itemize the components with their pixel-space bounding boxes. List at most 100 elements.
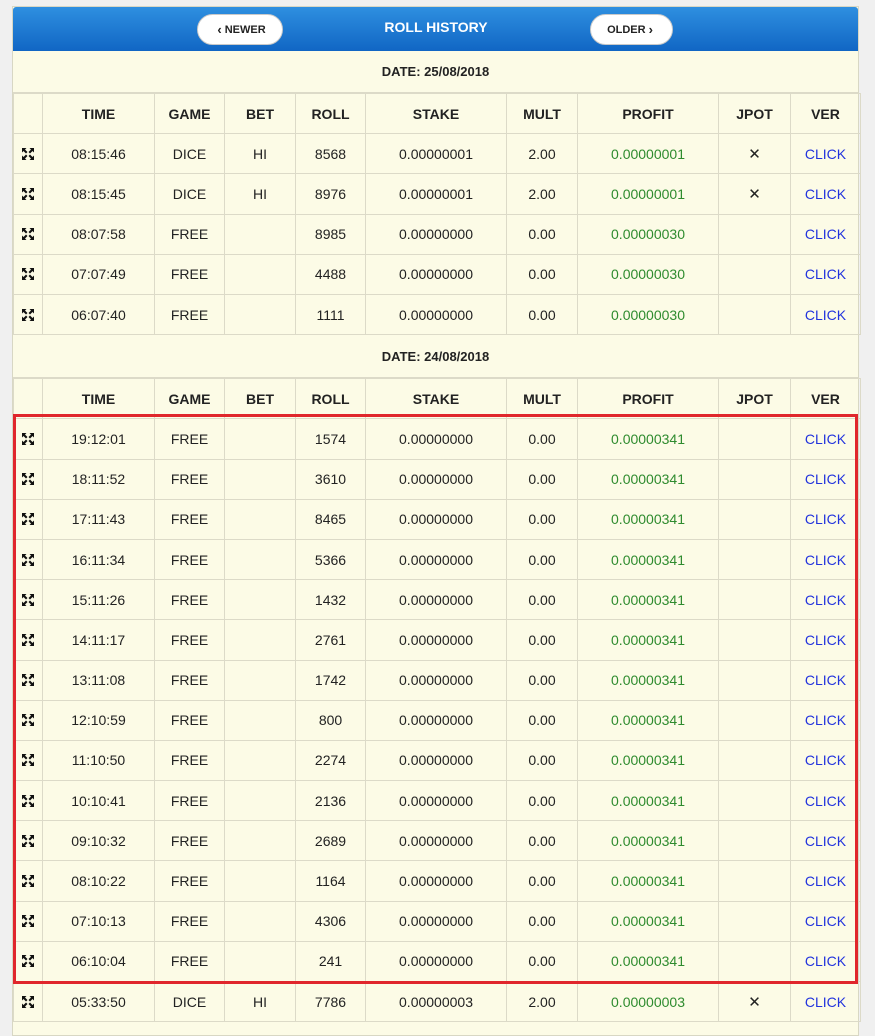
newer-button[interactable]: ‹ NEWER xyxy=(197,14,283,45)
cell-roll: 2136 xyxy=(295,780,366,822)
cell-stake: 0.00000000 xyxy=(365,293,507,336)
verify-click-link[interactable]: CLICK xyxy=(790,173,861,215)
expand-arrows-icon[interactable] xyxy=(13,900,43,942)
jpot-x-mark-icon xyxy=(718,498,791,540)
column-header-time: TIME xyxy=(42,92,155,135)
cell-game: FREE xyxy=(154,900,225,942)
table-row: 11:10:50 FREE 2274 0.00000000 0.00 0.00000341… xyxy=(13,739,861,782)
expand-arrows-icon[interactable] xyxy=(13,659,43,701)
verify-click-link[interactable]: CLICK xyxy=(790,213,861,255)
expand-arrows-icon[interactable] xyxy=(13,498,43,540)
table-row: 19:12:01 FREE 1574 0.00000000 0.00 0.00000341… xyxy=(13,418,861,460)
column-header-roll: ROLL xyxy=(295,92,366,135)
cell-mult: 0.00 xyxy=(506,579,578,621)
expand-arrows-icon[interactable] xyxy=(13,619,43,661)
expand-arrows-icon[interactable] xyxy=(13,860,43,902)
roll-history-panel: ‹ NEWER ROLL HISTORY OLDER › DATE: 25/08… xyxy=(12,6,861,1036)
cell-bet xyxy=(224,860,296,902)
column-header-ver: VER xyxy=(790,378,861,420)
cell-bet: HI xyxy=(224,980,296,1023)
cell-profit: 0.00000001 xyxy=(577,173,719,215)
cell-game: FREE xyxy=(154,780,225,822)
chevron-left-icon: ‹ xyxy=(217,22,222,37)
cell-time: 08:15:46 xyxy=(42,133,155,175)
cell-bet xyxy=(224,900,296,942)
cell-bet xyxy=(224,780,296,822)
column-header-profit: PROFIT xyxy=(577,378,719,420)
cell-time: 18:11:52 xyxy=(42,458,155,500)
expand-arrows-icon[interactable] xyxy=(13,418,43,460)
expand-arrows-icon[interactable] xyxy=(13,980,43,1023)
verify-click-link[interactable]: CLICK xyxy=(790,538,861,581)
verify-click-link[interactable]: CLICK xyxy=(790,699,861,741)
verify-click-link[interactable]: CLICK xyxy=(790,133,861,175)
column-header-jpot: JPOT xyxy=(718,378,791,420)
cell-stake: 0.00000000 xyxy=(365,940,507,983)
verify-click-link[interactable]: CLICK xyxy=(790,860,861,902)
cell-game: DICE xyxy=(154,980,225,1023)
cell-bet xyxy=(224,458,296,500)
jpot-x-mark-icon: ✕ xyxy=(718,173,791,215)
cell-stake: 0.00000000 xyxy=(365,619,507,661)
verify-click-link[interactable]: CLICK xyxy=(790,253,861,295)
expand-arrows-icon[interactable] xyxy=(13,538,43,581)
expand-arrows-icon[interactable] xyxy=(13,253,43,295)
cell-bet xyxy=(224,579,296,621)
cell-roll: 241 xyxy=(295,940,366,983)
cell-roll: 2761 xyxy=(295,619,366,661)
older-button[interactable]: OLDER › xyxy=(590,14,673,45)
table-row: 08:07:58 FREE 8985 0.00000000 0.00 0.00000030… xyxy=(13,213,861,255)
cell-game: FREE xyxy=(154,498,225,540)
verify-click-link[interactable]: CLICK xyxy=(790,900,861,942)
verify-click-link[interactable]: CLICK xyxy=(790,418,861,460)
cell-profit: 0.00000341 xyxy=(577,538,719,581)
expand-arrows-icon[interactable] xyxy=(13,293,43,336)
verify-click-link[interactable]: CLICK xyxy=(790,940,861,983)
table-row: 18:11:52 FREE 3610 0.00000000 0.00 0.00000341… xyxy=(13,458,861,500)
cell-roll: 8976 xyxy=(295,173,366,215)
jpot-x-mark-icon xyxy=(718,940,791,983)
verify-click-link[interactable]: CLICK xyxy=(790,579,861,621)
cell-bet xyxy=(224,739,296,782)
cell-roll: 1111 xyxy=(295,293,366,336)
verify-click-link[interactable]: CLICK xyxy=(790,619,861,661)
table-row: 10:10:41 FREE 2136 0.00000000 0.00 0.00000341… xyxy=(13,780,861,822)
verify-click-link[interactable]: CLICK xyxy=(790,820,861,862)
cell-profit: 0.00000341 xyxy=(577,699,719,741)
cell-time: 13:11:08 xyxy=(42,659,155,701)
cell-game: FREE xyxy=(154,418,225,460)
cell-game: FREE xyxy=(154,659,225,701)
expand-arrows-icon[interactable] xyxy=(13,699,43,741)
verify-click-link[interactable]: CLICK xyxy=(790,659,861,701)
verify-click-link[interactable]: CLICK xyxy=(790,458,861,500)
expand-arrows-icon[interactable] xyxy=(13,739,43,782)
column-header-mult: MULT xyxy=(506,92,578,135)
cell-time: 08:07:58 xyxy=(42,213,155,255)
cell-stake: 0.00000000 xyxy=(365,579,507,621)
verify-click-link[interactable]: CLICK xyxy=(790,739,861,782)
cell-profit: 0.00000030 xyxy=(577,253,719,295)
table-row: 06:07:40 FREE 1111 0.00000000 0.00 0.00000030… xyxy=(13,293,861,336)
cell-roll: 2274 xyxy=(295,739,366,782)
expand-arrows-icon[interactable] xyxy=(13,820,43,862)
verify-click-link[interactable]: CLICK xyxy=(790,980,861,1023)
expand-arrows-icon[interactable] xyxy=(13,133,43,175)
expand-arrows-icon[interactable] xyxy=(13,940,43,983)
expand-arrows-icon[interactable] xyxy=(13,458,43,500)
expand-arrows-icon[interactable] xyxy=(13,780,43,822)
expand-arrows-icon[interactable] xyxy=(13,173,43,215)
verify-click-link[interactable]: CLICK xyxy=(790,780,861,822)
jpot-x-mark-icon xyxy=(718,659,791,701)
cell-mult: 0.00 xyxy=(506,820,578,862)
expand-arrows-icon[interactable] xyxy=(13,213,43,255)
jpot-x-mark-icon xyxy=(718,213,791,255)
verify-click-link[interactable]: CLICK xyxy=(790,293,861,336)
expand-arrows-icon[interactable] xyxy=(13,579,43,621)
cell-profit: 0.00000341 xyxy=(577,418,719,460)
jpot-x-mark-icon xyxy=(718,739,791,782)
verify-click-link[interactable]: CLICK xyxy=(790,498,861,540)
roll-history-header: ‹ NEWER ROLL HISTORY OLDER › xyxy=(13,7,858,51)
page-title: ROLL HISTORY xyxy=(384,19,488,35)
newer-button-label: NEWER xyxy=(224,23,266,36)
cell-game: DICE xyxy=(154,133,225,175)
